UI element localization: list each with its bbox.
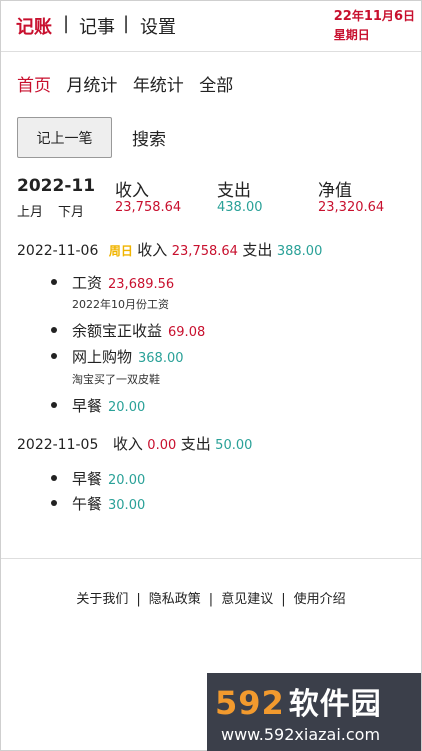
footer-links: 关于我们 | 隐私政策 | 意见建议 | 使用介绍 bbox=[1, 588, 421, 607]
day-expense-label: 支出 bbox=[242, 241, 273, 259]
day-income-label: 收入 bbox=[137, 241, 168, 259]
day-header: 2022-11-05 收入 0.00 支出 50.00 bbox=[17, 433, 252, 454]
search-link[interactable]: 搜索 bbox=[132, 125, 166, 150]
bullet-icon bbox=[51, 279, 57, 285]
footer-guide-link[interactable]: 使用介绍 bbox=[294, 592, 346, 607]
watermark-logo-number: 592 bbox=[215, 684, 285, 722]
list-item[interactable]: 网上购物 368.00 bbox=[51, 346, 184, 367]
nav-settings[interactable]: 设置 bbox=[140, 13, 176, 39]
date-year-unit: 年 bbox=[351, 9, 364, 23]
entry-amount: 23,689.56 bbox=[108, 277, 175, 292]
nav-separator: | bbox=[123, 13, 130, 34]
entry-note: 2022年10月份工资 bbox=[72, 298, 169, 311]
bullet-icon bbox=[51, 353, 57, 359]
date-year: 22 bbox=[333, 9, 352, 24]
footer-separator: | bbox=[281, 592, 286, 607]
tab-home[interactable]: 首页 bbox=[17, 71, 51, 96]
entry-amount: 20.00 bbox=[108, 473, 146, 488]
watermark-logo-text: 软件园 bbox=[288, 687, 382, 722]
entry-amount: 69.08 bbox=[168, 325, 206, 340]
day-date: 2022-11-06 bbox=[17, 243, 99, 259]
main-tabs: 首页 月统计 年统计 全部 bbox=[17, 71, 243, 96]
site-watermark: 592 软件园 www.592xiazai.com bbox=[207, 673, 421, 751]
nav-separator: | bbox=[63, 13, 70, 34]
entry-note: 淘宝买了一双皮鞋 bbox=[72, 373, 160, 386]
summary-net-value: 23,320.64 bbox=[318, 200, 385, 215]
entry-amount: 30.00 bbox=[108, 498, 146, 513]
bullet-icon bbox=[51, 402, 57, 408]
today-date: 22年11月6日 星期日 bbox=[334, 7, 415, 45]
bullet-icon bbox=[51, 327, 57, 333]
summary-net-label: 净值 bbox=[318, 181, 352, 201]
list-item[interactable]: 午餐 30.00 bbox=[51, 493, 146, 514]
top-bar: 记账 | 记事 | 设置 22年11月6日 星期日 bbox=[1, 1, 421, 52]
date-month: 11 bbox=[363, 9, 382, 24]
date-day: 6 bbox=[393, 9, 403, 24]
entry-amount: 20.00 bbox=[108, 400, 146, 415]
day-income-value: 0.00 bbox=[147, 438, 177, 453]
summary-expense-label: 支出 bbox=[217, 181, 251, 201]
weekend-badge: 周日 bbox=[108, 244, 133, 258]
footer-separator: | bbox=[208, 592, 214, 607]
footer-separator: | bbox=[136, 592, 141, 607]
prev-month-link[interactable]: 上月 bbox=[17, 201, 43, 220]
tab-monthly-stats[interactable]: 月统计 bbox=[66, 71, 117, 96]
bullet-icon bbox=[51, 500, 57, 506]
entry-name: 余额宝正收益 bbox=[72, 322, 163, 340]
entry-name: 午餐 bbox=[72, 495, 103, 513]
nav-notes[interactable]: 记事 bbox=[79, 13, 115, 39]
watermark-logo: 592 软件园 bbox=[215, 679, 382, 723]
list-item[interactable]: 早餐 20.00 bbox=[51, 395, 146, 416]
footer-about-link[interactable]: 关于我们 bbox=[76, 592, 128, 607]
tab-yearly-stats[interactable]: 年统计 bbox=[133, 71, 184, 96]
date-month-unit: 月 bbox=[381, 9, 394, 23]
bullet-icon bbox=[51, 475, 57, 481]
add-record-button[interactable]: 记上一笔 bbox=[17, 117, 112, 158]
summary-expense-value: 438.00 bbox=[217, 200, 263, 215]
footer-feedback-link[interactable]: 意见建议 bbox=[221, 592, 273, 607]
date-weekday: 星期日 bbox=[333, 28, 370, 42]
entry-name: 早餐 bbox=[72, 397, 103, 415]
app-brand[interactable]: 记账 bbox=[16, 13, 52, 39]
next-month-link[interactable]: 下月 bbox=[58, 201, 84, 220]
date-day-unit: 日 bbox=[402, 9, 415, 23]
day-expense-value: 50.00 bbox=[215, 438, 253, 453]
day-expense-label: 支出 bbox=[180, 435, 211, 453]
list-item[interactable]: 早餐 20.00 bbox=[51, 468, 146, 489]
watermark-url: www.592xiazai.com bbox=[221, 725, 381, 744]
day-header: 2022-11-06 周日 收入 23,758.64 支出 388.00 bbox=[17, 239, 322, 260]
day-income-label: 收入 bbox=[112, 435, 143, 453]
footer-divider bbox=[1, 558, 421, 559]
footer-privacy-link[interactable]: 隐私政策 bbox=[149, 592, 201, 607]
summary-income-label: 收入 bbox=[115, 181, 149, 201]
day-income-value: 23,758.64 bbox=[171, 244, 238, 259]
summary-income-value: 23,758.64 bbox=[115, 200, 182, 215]
tab-all[interactable]: 全部 bbox=[199, 71, 233, 96]
entry-amount: 368.00 bbox=[138, 351, 184, 366]
entry-name: 工资 bbox=[72, 274, 103, 292]
day-date: 2022-11-05 bbox=[17, 437, 99, 453]
current-month: 2022-11 bbox=[17, 176, 96, 196]
list-item[interactable]: 工资 23,689.56 bbox=[51, 272, 175, 293]
entry-name: 早餐 bbox=[72, 470, 103, 488]
list-item[interactable]: 余额宝正收益 69.08 bbox=[51, 320, 206, 341]
entry-name: 网上购物 bbox=[72, 348, 133, 366]
day-expense-value: 388.00 bbox=[276, 244, 323, 259]
